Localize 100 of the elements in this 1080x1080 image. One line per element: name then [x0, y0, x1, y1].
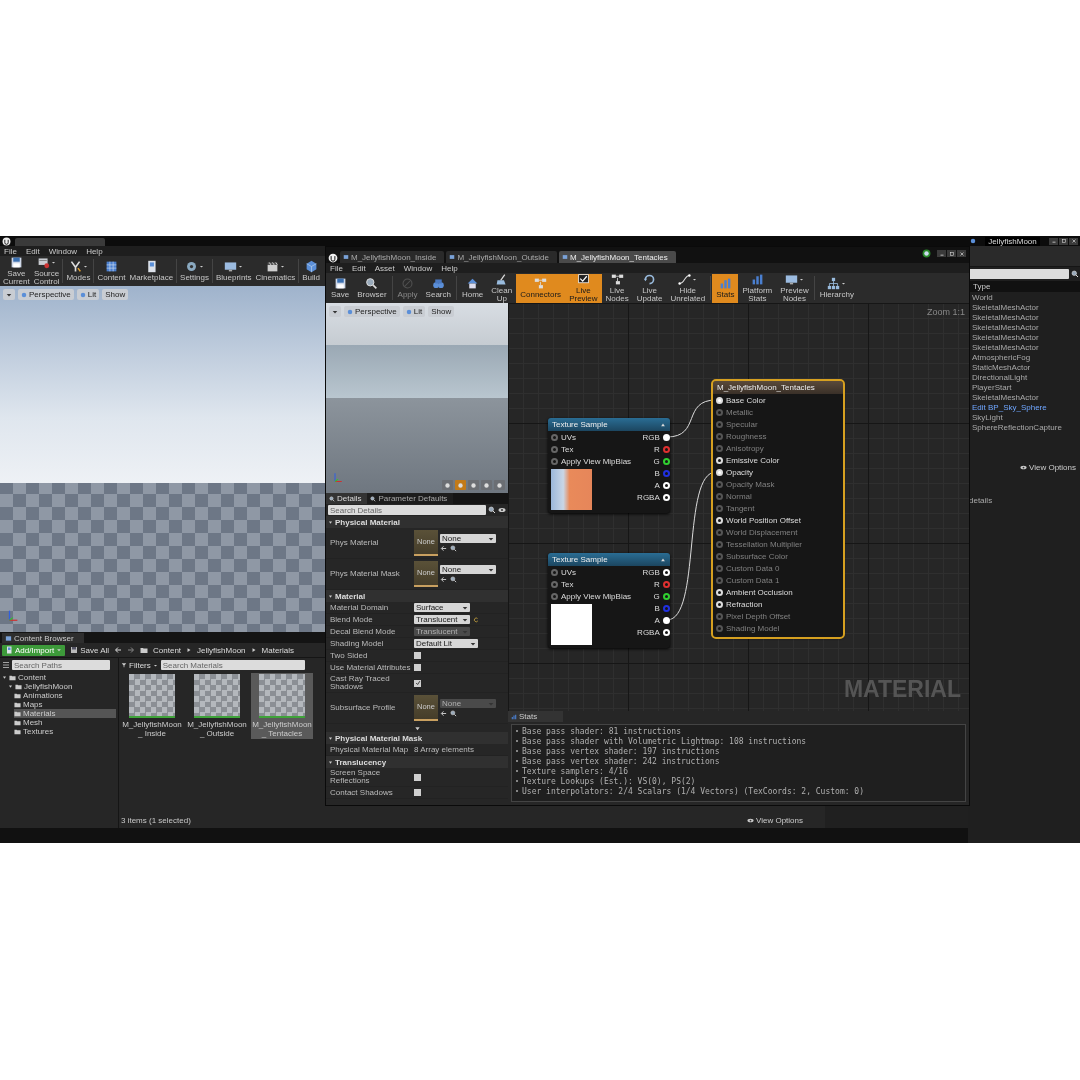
folder-item[interactable]: Maps: [14, 700, 116, 709]
maximize-button[interactable]: [1059, 237, 1068, 245]
section-header[interactable]: Translucency: [326, 756, 508, 768]
menu-item[interactable]: Edit: [25, 246, 40, 256]
actor-type[interactable]: SkyLight: [972, 413, 1080, 423]
actor-type[interactable]: SkeletalMeshActor: [972, 313, 1080, 323]
checkbox[interactable]: [414, 789, 421, 796]
actor-type[interactable]: SkeletalMeshActor: [972, 343, 1080, 353]
close-button[interactable]: [1069, 237, 1078, 245]
toolbar-button[interactable]: Live Nodes: [601, 273, 633, 303]
toolbar-button[interactable]: Browser: [353, 273, 391, 303]
search-field[interactable]: [969, 269, 1069, 279]
toolbar-button[interactable]: Build: [300, 256, 322, 286]
menu-item[interactable]: Help: [86, 246, 103, 256]
preview-shape-button[interactable]: [468, 480, 479, 490]
maximize-button[interactable]: [947, 250, 956, 257]
toolbar-button[interactable]: Cinematics: [253, 256, 298, 286]
menu-item[interactable]: Window: [48, 246, 78, 256]
actor-type[interactable]: DirectionalLight: [972, 373, 1080, 383]
window-tab[interactable]: JellyfishMoon: [985, 236, 1040, 246]
toolbar-button[interactable]: Hierarchy: [815, 273, 858, 303]
preview-shape-button[interactable]: [494, 480, 505, 490]
edit-link[interactable]: Edit BP_Sky_Sphere: [972, 403, 1080, 413]
graph-canvas[interactable]: [508, 303, 969, 711]
dropdown[interactable]: None: [440, 565, 496, 574]
folder-item[interactable]: Animations: [14, 691, 116, 700]
toolbar-button[interactable]: Content: [95, 256, 128, 286]
actor-type[interactable]: SkeletalMeshActor: [972, 333, 1080, 343]
dropdown[interactable]: Surface: [414, 603, 470, 612]
toolbar-button[interactable]: Marketplace: [127, 256, 176, 286]
preview-shape-button[interactable]: [442, 480, 453, 490]
folder-item[interactable]: Mesh: [14, 718, 116, 727]
menu-item[interactable]: File: [4, 246, 17, 256]
viewport-menu-button[interactable]: [3, 289, 15, 300]
toolbar-button[interactable]: Live Update: [632, 273, 667, 303]
actor-type[interactable]: AtmosphericFog: [972, 353, 1080, 363]
column-header[interactable]: Type: [968, 281, 1080, 292]
preview-shape-button[interactable]: [481, 480, 492, 490]
view-options-button[interactable]: View Options: [747, 816, 803, 825]
toolbar-button[interactable]: Clean Up: [487, 273, 517, 303]
checkbox[interactable]: [414, 664, 421, 671]
toolbar-button[interactable]: Modes: [64, 256, 93, 286]
toolbar-button[interactable]: Source Control: [31, 256, 62, 286]
checkbox[interactable]: [414, 679, 421, 687]
toolbar-button[interactable]: Hide Unrelated: [666, 273, 710, 303]
lighting-button[interactable]: Lit: [402, 306, 426, 317]
actor-type[interactable]: SkeletalMeshActor: [972, 323, 1080, 333]
folder-item[interactable]: Materials: [14, 709, 116, 718]
actor-type[interactable]: PlayerStart: [972, 383, 1080, 393]
minimize-button[interactable]: [1049, 237, 1058, 245]
menu-item[interactable]: Asset: [374, 263, 395, 273]
asset-tile[interactable]: M_JellyfishMoon_ Tentacles: [251, 673, 313, 739]
actor-type[interactable]: StaticMeshActor: [972, 363, 1080, 373]
menu-item[interactable]: File: [330, 263, 343, 273]
view-mode-button[interactable]: Perspective: [344, 306, 400, 317]
search-field[interactable]: Search Details: [328, 505, 486, 515]
section-header[interactable]: Physical Material Mask: [326, 732, 508, 744]
toolbar-button[interactable]: Live Preview: [565, 273, 602, 303]
section-header[interactable]: Physical Material: [326, 516, 508, 528]
asset-tile[interactable]: M_JellyfishMoon_ Inside: [121, 673, 183, 739]
back-arrow-icon[interactable]: [114, 646, 123, 654]
toolbar-button[interactable]: Search: [421, 273, 455, 303]
search-field[interactable]: Search Materials: [160, 660, 305, 670]
breadcrumb-item[interactable]: JellyfishMoon: [197, 645, 246, 655]
toolbar-button[interactable]: Home: [457, 273, 488, 303]
show-button[interactable]: Show: [428, 306, 455, 317]
checkbox[interactable]: [414, 773, 421, 781]
pin-icon[interactable]: [662, 457, 670, 465]
actor-type[interactable]: SkeletalMeshActor: [972, 303, 1080, 313]
save-all-button[interactable]: Save All: [70, 645, 110, 655]
document-tab[interactable]: M_JellyfishMoon_Outside: [446, 251, 557, 263]
section-header[interactable]: Material: [326, 590, 508, 602]
folder-item[interactable]: Content: [2, 673, 116, 682]
folder-item[interactable]: Textures: [14, 727, 116, 736]
asset-tile[interactable]: M_JellyfishMoon_ Outside: [186, 673, 248, 739]
pin-icon[interactable]: [662, 592, 670, 600]
viewport-menu-button[interactable]: [329, 306, 341, 317]
checkbox[interactable]: [414, 652, 421, 659]
toolbar-button[interactable]: Blueprints: [214, 256, 254, 286]
toolbar-button[interactable]: Save Current: [1, 256, 32, 286]
toolbar-button[interactable]: Stats: [712, 273, 739, 303]
view-mode-button[interactable]: Perspective: [18, 289, 74, 300]
search-field[interactable]: Search Paths: [12, 660, 110, 670]
breadcrumb-item[interactable]: Materials: [261, 645, 294, 655]
actor-type[interactable]: SphereReflectionCapture: [972, 423, 1080, 433]
menu-item[interactable]: Edit: [351, 263, 366, 273]
dropdown[interactable]: None: [440, 534, 496, 543]
panel-tab[interactable]: Parameter Defaults: [367, 493, 454, 504]
texture-node[interactable]: Texture Sample UVs Tex Apply View MipBias RGB R G B A RGBA: [548, 553, 670, 648]
filters-button[interactable]: Filters: [121, 660, 158, 670]
actor-type[interactable]: SkeletalMeshActor: [972, 393, 1080, 403]
minimize-button[interactable]: [937, 250, 946, 257]
toolbar-button[interactable]: Connectors: [516, 273, 566, 303]
panel-tab[interactable]: Details: [326, 493, 368, 504]
document-tab[interactable]: M_JellyfishMoon_Inside: [340, 251, 445, 263]
toolbar-button[interactable]: Preview Nodes: [776, 273, 813, 303]
document-tab[interactable]: M_JellyfishMoon_Tentacles: [559, 251, 676, 263]
actor-type[interactable]: World: [972, 293, 1080, 303]
breadcrumb-item[interactable]: Content: [153, 645, 182, 655]
add-import-button[interactable]: Add/Import: [2, 644, 66, 656]
